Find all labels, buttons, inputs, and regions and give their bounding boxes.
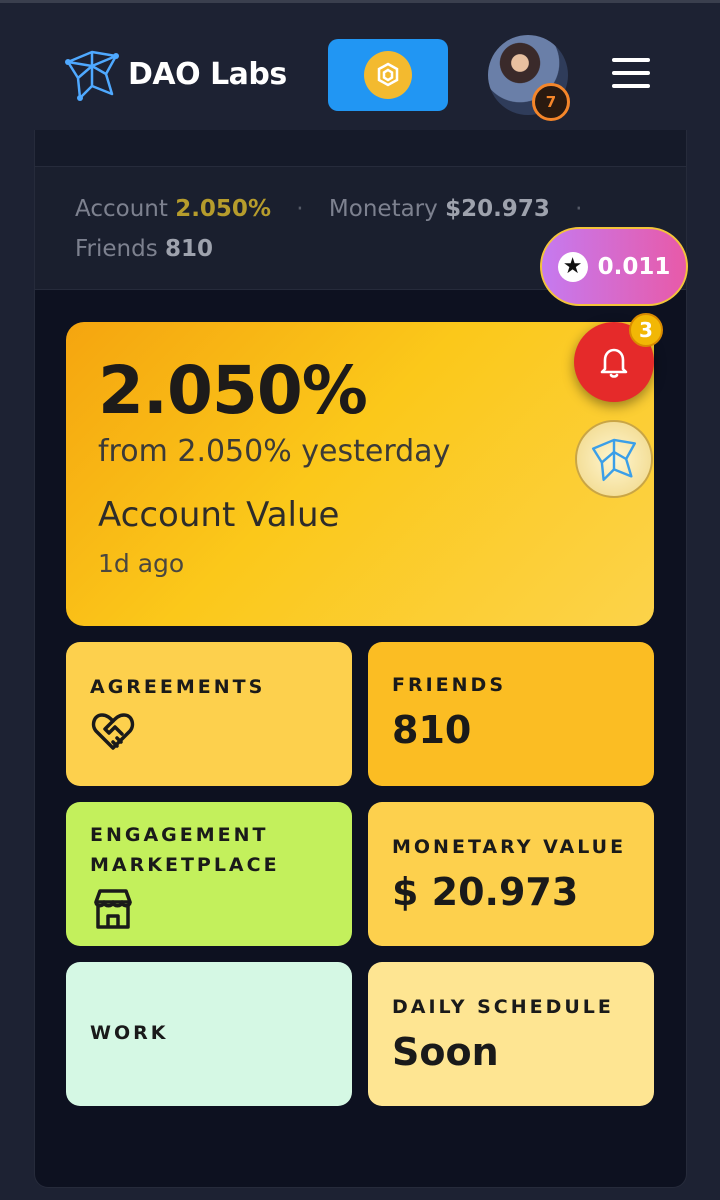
work-title: WORK xyxy=(90,1022,169,1044)
engagement-marketplace-tile[interactable]: ENGAGEMENT MARKETPLACE xyxy=(66,802,352,946)
brand-logo[interactable]: DAO Labs xyxy=(62,44,287,104)
dao-labs-logo-icon xyxy=(65,50,119,101)
account-stat-label: Account xyxy=(75,196,168,222)
account-value-card[interactable]: 2.050% from 2.050% yesterday Account Val… xyxy=(66,322,654,626)
account-stat-value: 2.050% xyxy=(175,196,271,222)
monetary-value-tile[interactable]: MONETARY VALUE $ 20.973 xyxy=(368,802,654,946)
bnb-coin-icon xyxy=(364,51,412,99)
friends-title: FRIENDS xyxy=(392,674,507,696)
account-value-change: from 2.050% yesterday xyxy=(98,434,451,469)
star-icon: ★ xyxy=(557,251,588,282)
marketplace-title-line1: ENGAGEMENT xyxy=(90,824,269,846)
marketplace-title-line2: MARKETPLACE xyxy=(90,854,280,876)
monetary-amount: $ 20.973 xyxy=(392,870,579,914)
points-button[interactable]: ★ 0.011 xyxy=(540,227,688,306)
monetary-stat-label: Monetary xyxy=(328,196,438,222)
hamburger-icon[interactable] xyxy=(612,58,652,92)
wallet-button[interactable] xyxy=(328,39,448,111)
monetary-title: MONETARY VALUE xyxy=(392,836,627,858)
daily-schedule-title: DAILY SCHEDULE xyxy=(392,996,614,1018)
storefront-icon xyxy=(94,889,132,929)
dao-labs-logo-icon xyxy=(591,438,637,482)
friends-stat-label: Friends xyxy=(75,236,158,262)
panel-top-bar xyxy=(35,130,686,167)
bell-icon xyxy=(600,348,628,378)
account-value-time: 1d ago xyxy=(98,549,185,578)
account-value-label: Account Value xyxy=(98,495,340,535)
work-tile[interactable]: WORK xyxy=(66,962,352,1106)
daily-schedule-tile[interactable]: DAILY SCHEDULE Soon xyxy=(368,962,654,1106)
user-level-badge: 7 xyxy=(532,83,570,121)
agreements-tile[interactable]: AGREEMENTS xyxy=(66,642,352,786)
friends-tile[interactable]: FRIENDS 810 xyxy=(368,642,654,786)
stat-separator: · xyxy=(575,196,583,222)
agreements-title: AGREEMENTS xyxy=(90,676,266,698)
handshake-heart-icon xyxy=(91,713,135,750)
dao-assistant-button[interactable] xyxy=(575,420,653,498)
monetary-stat-value: $20.973 xyxy=(445,196,550,222)
daily-schedule-status: Soon xyxy=(392,1030,499,1074)
points-value: 0.011 xyxy=(597,253,671,280)
stat-separator: · xyxy=(296,196,304,222)
user-avatar-button[interactable]: 7 xyxy=(488,35,570,121)
friends-count: 810 xyxy=(392,708,472,752)
notification-count-badge: 3 xyxy=(629,313,663,347)
account-value-percent: 2.050% xyxy=(98,352,368,429)
friends-stat-value: 810 xyxy=(165,236,214,262)
header: DAO Labs 7 xyxy=(0,0,720,130)
brand-name: DAO Labs xyxy=(128,56,287,92)
